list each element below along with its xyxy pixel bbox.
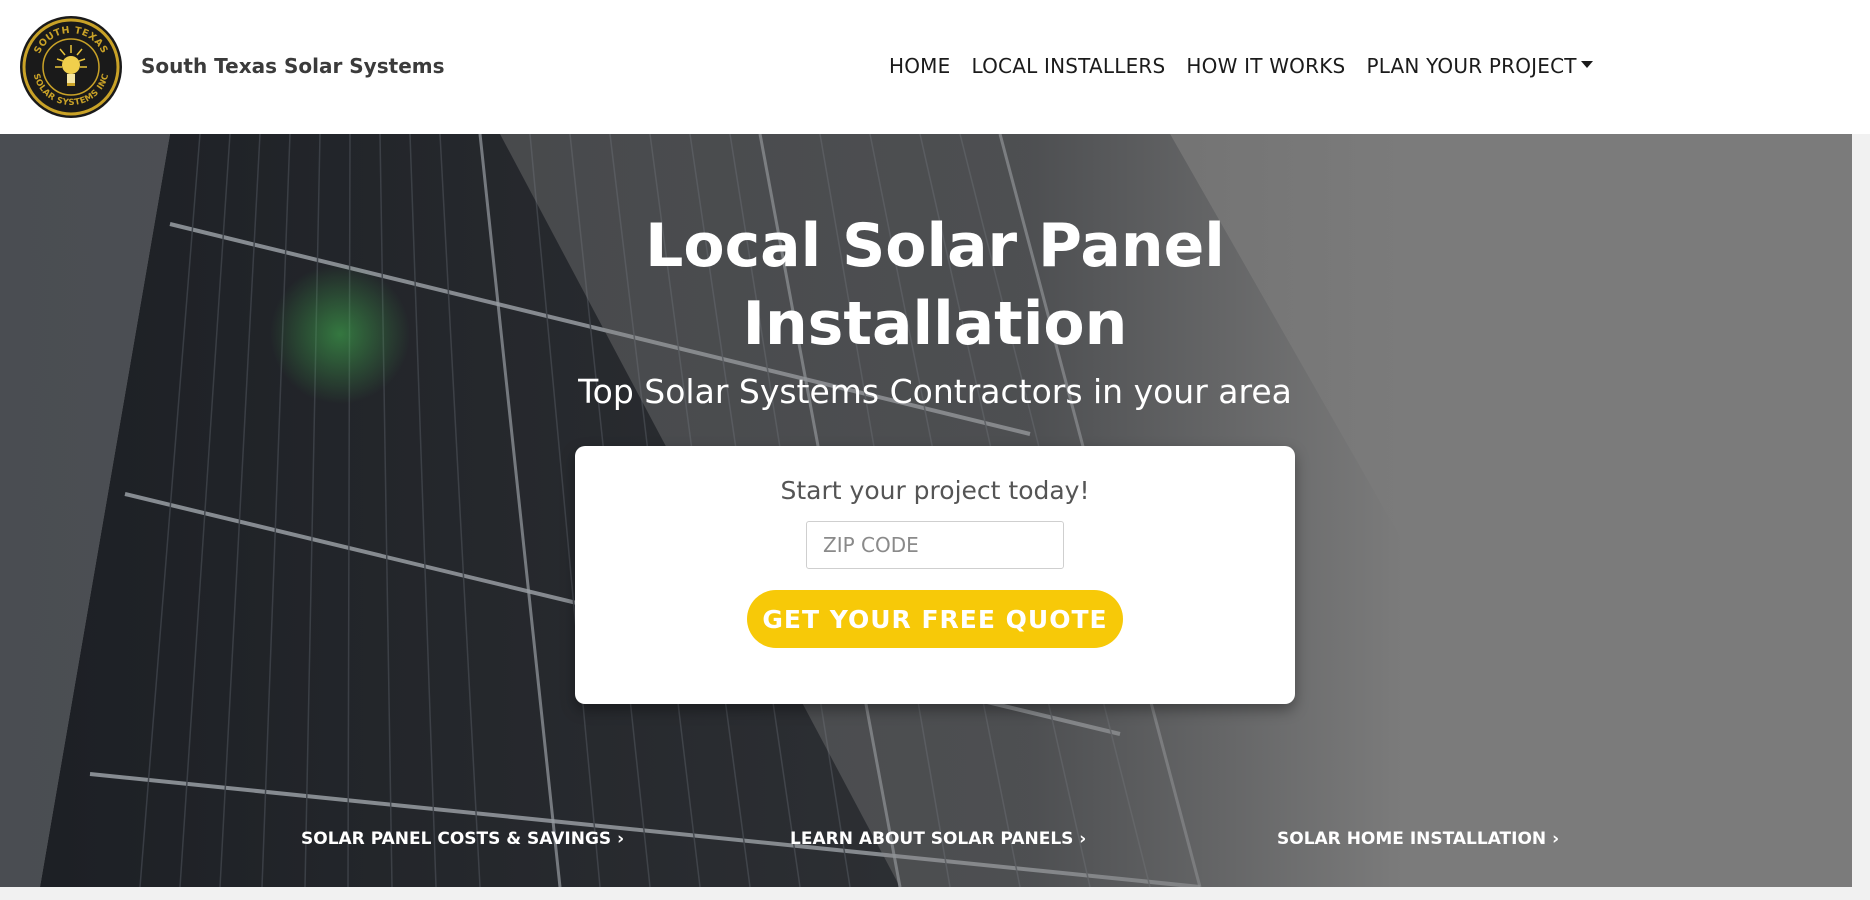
get-free-quote-button[interactable]: GET YOUR FREE QUOTE: [747, 590, 1123, 648]
link-solar-panel-costs[interactable]: SOLAR PANEL COSTS & SAVINGS ›: [301, 829, 624, 849]
hero-title-line-1: Local Solar Panel: [645, 211, 1225, 281]
hero-section: Local Solar Panel Installation Top Solar…: [0, 134, 1870, 887]
nav-how-it-works[interactable]: HOW IT WORKS: [1186, 54, 1345, 78]
nav-local-installers[interactable]: LOCAL INSTALLERS: [971, 54, 1165, 78]
hero-title: Local Solar Panel Installation: [0, 207, 1870, 363]
main-nav: HOME LOCAL INSTALLERS HOW IT WORKS PLAN …: [889, 54, 1614, 78]
zip-code-input[interactable]: [806, 521, 1064, 569]
quote-card: Start your project today! GET YOUR FREE …: [575, 446, 1295, 704]
site-header: SOUTH TEXAS SOLAR SYSTEMS INC South Texa…: [0, 0, 1870, 134]
nav-home[interactable]: HOME: [889, 54, 950, 78]
nav-local-installers-label: LOCAL INSTALLERS: [971, 54, 1166, 78]
nav-how-it-works-label: HOW IT WORKS: [1186, 54, 1346, 78]
nav-home-label: HOME: [889, 54, 951, 78]
link-learn-about-solar-panels[interactable]: LEARN ABOUT SOLAR PANELS ›: [790, 829, 1086, 849]
brand-name[interactable]: South Texas Solar Systems: [141, 54, 445, 78]
quote-heading: Start your project today!: [780, 476, 1090, 505]
hero-subtitle: Top Solar Systems Contractors in your ar…: [578, 372, 1292, 411]
hero-title-line-2: Installation: [742, 289, 1128, 359]
nav-plan-your-project-label: PLAN YOUR PROJECT: [1366, 54, 1577, 78]
nav-plan-your-project[interactable]: PLAN YOUR PROJECT: [1366, 54, 1593, 78]
link-solar-home-installation[interactable]: SOLAR HOME INSTALLATION ›: [1277, 829, 1559, 849]
company-logo[interactable]: SOUTH TEXAS SOLAR SYSTEMS INC: [19, 15, 123, 119]
caret-down-icon: [1580, 61, 1593, 68]
